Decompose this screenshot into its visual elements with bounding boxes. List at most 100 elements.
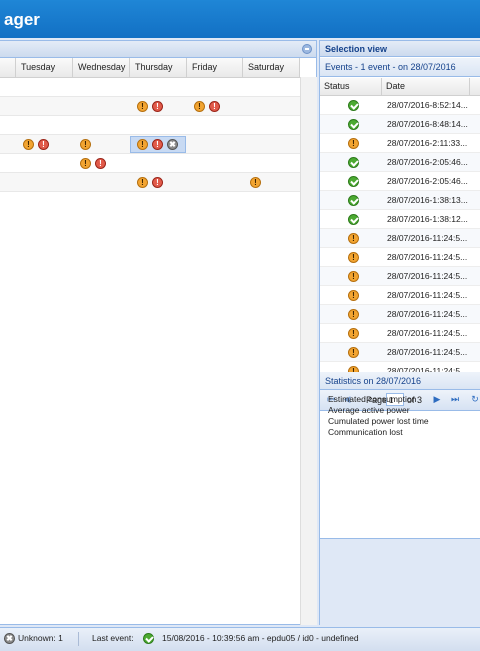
events-header: Events - 1 event - on 28/07/2016 [320, 58, 480, 77]
alarm-icon[interactable]: ! [152, 101, 163, 112]
statistics-header: Statistics on 28/07/2016 [320, 372, 480, 390]
collapse-panel-icon[interactable] [302, 44, 312, 54]
event-row[interactable]: ! 28/07/2016-11:24:5... [320, 248, 480, 267]
unknown-status-icon: ✖ [4, 633, 15, 644]
calendar-day-header: Tuesday Wednesday Thursday Friday Saturd… [0, 58, 300, 78]
warning-icon[interactable]: ! [137, 177, 148, 188]
ok-check-icon[interactable] [348, 214, 359, 225]
column-extra[interactable] [470, 78, 480, 95]
calendar-panel: Tuesday Wednesday Thursday Friday Saturd… [0, 40, 317, 625]
event-row[interactable]: ! 28/07/2016-11:24:5... [320, 324, 480, 343]
events-grid-header: Status Date [320, 78, 480, 96]
warning-icon[interactable]: ! [137, 101, 148, 112]
event-date: 28/07/2016-11:24:5... [387, 347, 468, 357]
statistics-footer-area [320, 538, 480, 626]
alarm-icon[interactable]: ! [38, 139, 49, 150]
warning-icon[interactable]: ! [348, 290, 359, 301]
statistic-item: Average active power [328, 405, 410, 415]
app-title-bar: ager [0, 0, 480, 38]
calendar-scrollbar[interactable] [300, 77, 317, 625]
event-date: 28/07/2016-11:24:5... [387, 309, 468, 319]
day-header-wednesday[interactable]: Wednesday [73, 58, 130, 77]
ok-check-icon[interactable] [348, 195, 359, 206]
next-page-icon[interactable]: ▶ [432, 394, 442, 404]
event-date: 28/07/2016-8:48:14... [387, 119, 468, 129]
status-separator [78, 632, 79, 646]
ok-check-icon[interactable] [348, 119, 359, 130]
selection-view-title: Selection view [320, 41, 480, 57]
day-header-tuesday[interactable]: Tuesday [16, 58, 73, 77]
event-date: 28/07/2016-2:11:33... [387, 138, 468, 148]
event-row[interactable]: 28/07/2016-1:38:13... [320, 191, 480, 210]
event-date: 28/07/2016-11:24:5... [387, 252, 468, 262]
ok-check-icon[interactable] [348, 157, 359, 168]
selection-view-panel: Selection view Events - 1 event - on 28/… [319, 40, 480, 626]
calendar-row[interactable]: !! [0, 154, 300, 173]
events-grid-body: 28/07/2016-8:52:14... 28/07/2016-8:48:14.… [320, 96, 480, 388]
warning-icon[interactable]: ! [348, 233, 359, 244]
event-row[interactable]: 28/07/2016-8:52:14... [320, 96, 480, 115]
calendar-panel-header [0, 41, 316, 58]
calendar-row[interactable] [0, 78, 300, 97]
warning-icon[interactable]: ! [348, 252, 359, 263]
status-bar: ✖ Unknown: 1 Last event: 15/08/2016 - 10… [0, 627, 480, 651]
event-date: 28/07/2016-8:52:14... [387, 100, 468, 110]
column-date[interactable]: Date [382, 78, 470, 95]
warning-icon[interactable]: ! [80, 139, 91, 150]
event-row[interactable]: ! 28/07/2016-11:24:5... [320, 305, 480, 324]
ok-check-icon[interactable] [348, 176, 359, 187]
warning-icon[interactable]: ! [250, 177, 261, 188]
warning-icon[interactable]: ! [194, 101, 205, 112]
statistic-item: Communication lost [328, 427, 403, 437]
event-date: 28/07/2016-11:24:5... [387, 233, 468, 243]
unknown-icon[interactable]: ✖ [167, 139, 178, 150]
warning-icon[interactable]: ! [348, 309, 359, 320]
event-row[interactable]: 28/07/2016-2:05:46... [320, 172, 480, 191]
day-header-saturday[interactable]: Saturday [243, 58, 300, 77]
warning-icon[interactable]: ! [348, 328, 359, 339]
event-date: 28/07/2016-11:24:5... [387, 290, 468, 300]
statistics-list: Estimated consumption Average active powe… [328, 394, 429, 438]
calendar-row[interactable]: !!!!! ✖ [0, 135, 300, 154]
event-row[interactable]: ! 28/07/2016-11:24:5... [320, 343, 480, 362]
event-row[interactable]: ! 28/07/2016-11:24:5... [320, 286, 480, 305]
app-title: ager [4, 10, 40, 29]
event-date: 28/07/2016-1:38:13... [387, 195, 468, 205]
warning-icon[interactable]: ! [348, 347, 359, 358]
warning-icon[interactable]: ! [80, 158, 91, 169]
event-date: 28/07/2016-11:24:5... [387, 271, 468, 281]
calendar-row[interactable] [0, 116, 300, 135]
column-status[interactable]: Status [320, 78, 382, 95]
event-row[interactable]: 28/07/2016-2:05:46... [320, 153, 480, 172]
last-event-label: Last event: [92, 633, 134, 643]
alarm-icon[interactable]: ! [209, 101, 220, 112]
statistic-item: Cumulated power lost time [328, 416, 429, 426]
day-header-prev [0, 58, 16, 77]
warning-icon[interactable]: ! [137, 139, 148, 150]
warning-icon[interactable]: ! [348, 138, 359, 149]
calendar-row[interactable]: !!! [0, 173, 300, 192]
day-header-thursday[interactable]: Thursday [130, 58, 187, 77]
alarm-icon[interactable]: ! [152, 139, 163, 150]
statistic-item: Estimated consumption [328, 394, 417, 404]
last-page-icon[interactable]: ⏭ [450, 394, 460, 404]
event-date: 28/07/2016-2:05:46... [387, 176, 468, 186]
event-row[interactable]: 28/07/2016-1:38:12... [320, 210, 480, 229]
last-event-ok-icon [143, 633, 154, 644]
warning-icon[interactable]: ! [348, 271, 359, 282]
event-row[interactable]: ! 28/07/2016-11:24:5... [320, 267, 480, 286]
warning-icon[interactable]: ! [23, 139, 34, 150]
ok-check-icon[interactable] [348, 100, 359, 111]
refresh-icon[interactable]: ↻ [470, 394, 480, 404]
event-date: 28/07/2016-11:24:5... [387, 328, 468, 338]
event-date: 28/07/2016-1:38:12... [387, 214, 468, 224]
event-row[interactable]: ! 28/07/2016-11:24:5... [320, 229, 480, 248]
event-date: 28/07/2016-2:05:46... [387, 157, 468, 167]
alarm-icon[interactable]: ! [152, 177, 163, 188]
event-row[interactable]: 28/07/2016-8:48:14... [320, 115, 480, 134]
calendar-row[interactable]: !!!! [0, 97, 300, 116]
event-row[interactable]: ! 28/07/2016-2:11:33... [320, 134, 480, 153]
day-header-friday[interactable]: Friday [187, 58, 243, 77]
last-event-value: 15/08/2016 - 10:39:56 am - epdu05 / id0 … [162, 633, 359, 643]
alarm-icon[interactable]: ! [95, 158, 106, 169]
